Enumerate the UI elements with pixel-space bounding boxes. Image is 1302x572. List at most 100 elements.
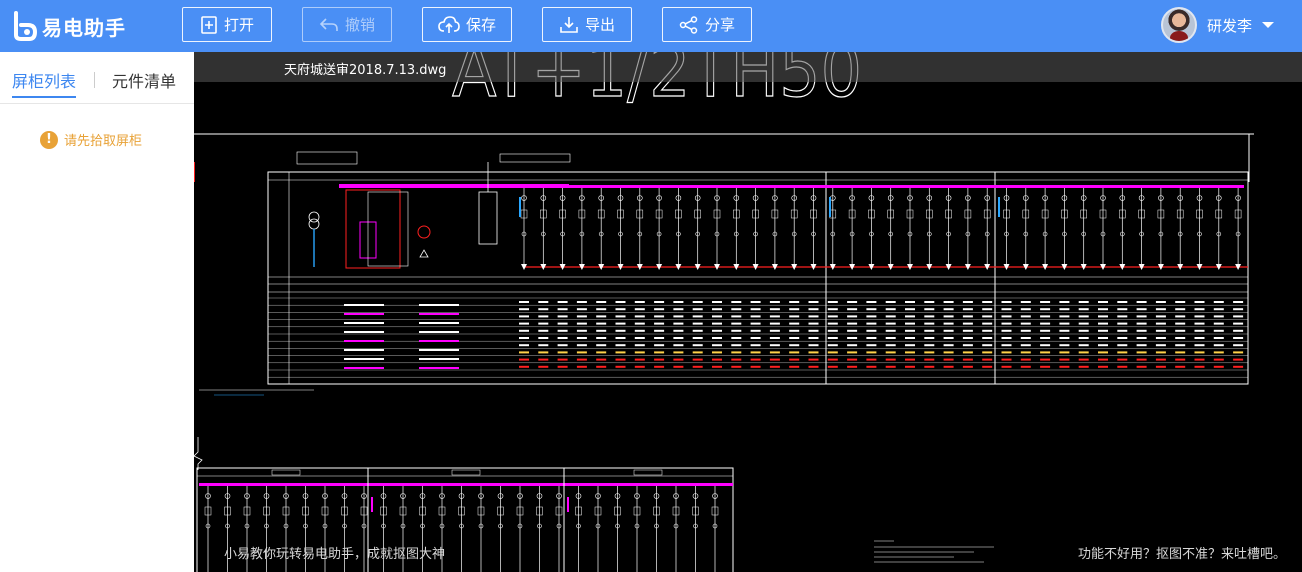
cad-line	[1059, 358, 1070, 361]
cad-line	[1213, 351, 1224, 354]
cad-line	[924, 308, 935, 311]
cad-line	[538, 329, 549, 332]
cad-line	[731, 337, 742, 339]
tab-cabinet-list[interactable]: 屏柜列表	[12, 68, 77, 98]
cad-line	[519, 365, 529, 368]
cad-line	[1136, 301, 1147, 303]
cad-line	[419, 322, 459, 324]
cad-line	[1040, 329, 1051, 332]
cad-line	[634, 337, 645, 339]
drawing-canvas[interactable]: AT+1/2TH50 天府城送审2018.7.13.dwg 小易教你玩转易电助手…	[194, 52, 1302, 572]
cad-line	[1078, 358, 1089, 361]
cad-line	[692, 358, 703, 361]
cad-line	[1233, 358, 1244, 361]
cad-line	[1098, 308, 1108, 311]
cad-line	[847, 308, 858, 311]
cad-line	[1194, 365, 1205, 368]
cad-line	[712, 337, 722, 339]
cad-line	[1040, 301, 1051, 303]
cad-line	[1020, 351, 1031, 354]
cad-line	[615, 329, 626, 332]
cad-line	[750, 301, 761, 303]
save-label: 保存	[465, 16, 496, 34]
cad-line	[1059, 351, 1070, 354]
cad-line	[1040, 344, 1051, 347]
cad-line	[1098, 322, 1108, 325]
cad-line	[885, 301, 896, 303]
cad-line	[615, 365, 626, 368]
cad-line	[731, 315, 742, 318]
cad-line	[1213, 329, 1224, 332]
cad-line	[1155, 358, 1166, 361]
cad-line	[924, 301, 935, 303]
cad-line	[789, 308, 800, 311]
cad-line	[731, 301, 742, 303]
user-menu[interactable]: 研发李	[1160, 6, 1274, 44]
save-button[interactable]: 保存	[422, 7, 512, 42]
cad-line	[1040, 358, 1051, 361]
cad-line	[615, 337, 626, 339]
cad-line	[827, 301, 838, 303]
cad-line	[847, 337, 858, 339]
cad-line	[712, 344, 722, 347]
feedback-link[interactable]: 功能不好用？抠图不准？来吐槽吧。	[1078, 543, 1286, 562]
cad-line	[692, 329, 703, 332]
cad-line	[1040, 351, 1051, 354]
tab-component-list[interactable]: 元件清单	[112, 68, 176, 92]
cad-line	[344, 367, 384, 369]
cad-line	[1001, 351, 1012, 354]
cad-line	[769, 308, 780, 311]
cad-line	[1213, 337, 1224, 339]
cad-line	[866, 315, 877, 318]
cad-line	[1040, 365, 1051, 368]
cad-drawing[interactable]: AT+1/2TH50	[194, 52, 1302, 572]
cad-line	[615, 301, 626, 303]
cad-line	[596, 351, 607, 354]
cad-line	[538, 351, 549, 354]
cad-line	[538, 315, 549, 318]
tutorial-link[interactable]: 小易教你玩转易电助手，成就抠图大神	[224, 543, 445, 562]
cad-line	[962, 351, 973, 354]
cad-line	[808, 344, 819, 347]
share-button[interactable]: 分享	[662, 7, 752, 42]
cad-line	[538, 358, 549, 361]
cad-line	[1155, 344, 1166, 347]
cad-line	[654, 308, 665, 311]
cad-line	[866, 308, 877, 311]
cad-line	[1117, 329, 1128, 332]
cad-line	[943, 308, 954, 311]
cad-line	[1059, 322, 1070, 325]
cad-line	[519, 301, 529, 303]
export-button[interactable]: 导出	[542, 7, 632, 42]
cad-line	[1059, 365, 1070, 368]
cad-line	[808, 337, 819, 339]
cad-line	[1194, 308, 1205, 311]
cad-line	[634, 365, 645, 368]
hint-text: 请先拾取屏柜	[64, 134, 143, 149]
cad-line	[1059, 315, 1070, 318]
cad-line	[1117, 344, 1128, 347]
cad-line	[943, 358, 954, 361]
cad-line	[615, 322, 626, 325]
cad-line	[538, 322, 549, 325]
undo-icon	[319, 17, 338, 31]
cad-line	[419, 304, 459, 306]
cad-line	[769, 329, 780, 332]
cad-line	[692, 337, 703, 339]
cad-line	[1020, 308, 1031, 311]
sidebar-tabs: 屏柜列表 元件清单	[0, 52, 194, 104]
cad-line	[924, 315, 935, 318]
cad-line	[982, 365, 993, 368]
cad-line	[827, 329, 838, 332]
cad-line	[1040, 337, 1051, 339]
cad-line	[943, 365, 954, 368]
cad-line	[654, 358, 665, 361]
cad-line	[1059, 344, 1070, 347]
undo-button[interactable]: 撤销	[302, 7, 392, 42]
cad-line	[769, 322, 780, 325]
cad-line	[673, 351, 684, 354]
open-button[interactable]: 打开	[182, 7, 272, 42]
cad-line	[519, 337, 529, 339]
cad-line	[654, 322, 665, 325]
cad-line	[1020, 301, 1031, 303]
